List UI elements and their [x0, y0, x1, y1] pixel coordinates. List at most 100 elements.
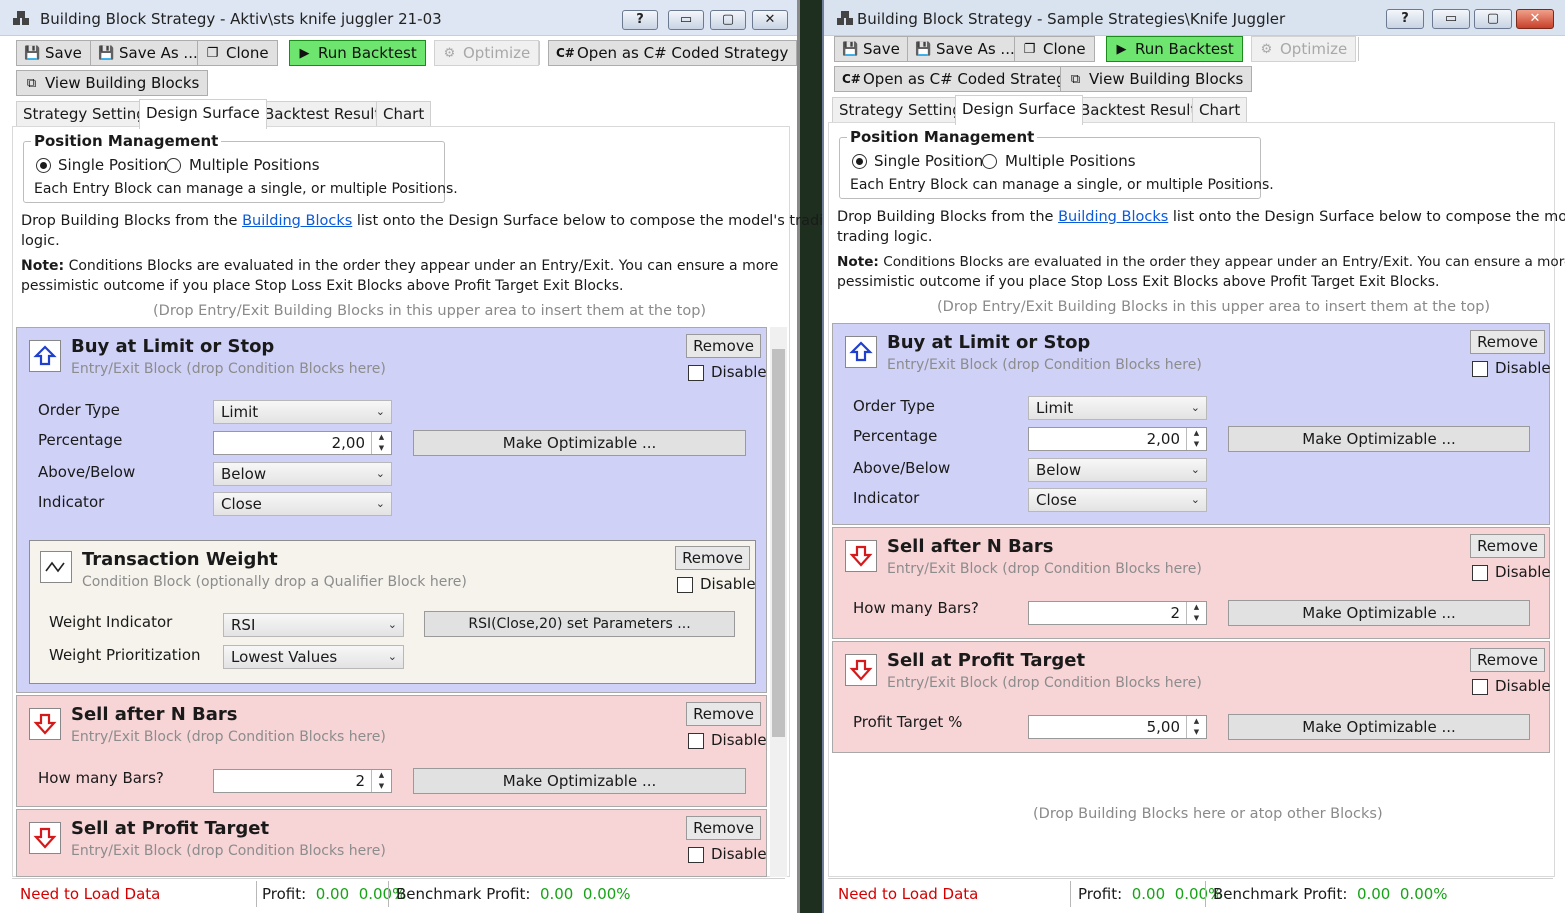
save-button[interactable]: 💾 Save [834, 36, 909, 62]
make-optimizable-button[interactable]: Make Optimizable ... [1228, 426, 1530, 452]
disable-label: Disable [711, 363, 767, 381]
close-button[interactable]: ✕ [752, 10, 788, 30]
block-title: Sell after N Bars [71, 704, 238, 725]
buy-limit-stop-block[interactable]: Buy at Limit or Stop Entry/Exit Block (d… [16, 327, 767, 693]
remove-button[interactable]: Remove [686, 816, 761, 840]
rsi-parameters-button[interactable]: RSI(Close,20) set Parameters ... [424, 611, 735, 637]
wave-icon [40, 551, 72, 583]
disable-checkbox[interactable] [1472, 565, 1488, 581]
building-blocks-link[interactable]: Building Blocks [242, 213, 352, 229]
order-type-select[interactable]: Limit ⌄ [213, 400, 392, 424]
indicator-select[interactable]: Close ⌄ [1028, 488, 1207, 512]
order-type-label: Order Type [853, 397, 935, 415]
spin-up-icon[interactable]: ▲ [1187, 428, 1206, 439]
help-button[interactable]: ? [1386, 9, 1424, 29]
spin-down-icon[interactable]: ▼ [372, 781, 391, 792]
profit-target-stepper[interactable]: 5,00 ▲ ▼ [1028, 715, 1207, 739]
order-type-select[interactable]: Limit ⌄ [1028, 396, 1207, 420]
open-csharp-button[interactable]: C# Open as C# Coded Strategy [548, 40, 798, 66]
maximize-button[interactable]: ▢ [710, 10, 746, 30]
save-button[interactable]: 💾 Save [16, 40, 91, 66]
weight-prioritization-select[interactable]: Lowest Values ⌄ [223, 645, 404, 669]
block-subtitle: Entry/Exit Block (drop Condition Blocks … [71, 843, 386, 859]
tab-backtest-results[interactable]: Backtest Results [257, 101, 396, 127]
disable-checkbox[interactable] [1472, 679, 1488, 695]
percentage-stepper[interactable]: 2,00 ▲ ▼ [1028, 427, 1207, 451]
tab-chart[interactable]: Chart [1192, 97, 1248, 123]
scrollbar-thumb[interactable] [772, 349, 785, 737]
make-optimizable-button[interactable]: Make Optimizable ... [413, 430, 746, 456]
arrow-down-icon [845, 540, 877, 572]
clone-icon: ❐ [206, 46, 219, 61]
sell-at-profit-target-block[interactable]: Sell at Profit Target Entry/Exit Block (… [832, 641, 1551, 753]
building-blocks-link[interactable]: Building Blocks [1058, 209, 1168, 225]
drop-intro-line1: Drop Building Blocks from the Building B… [21, 213, 842, 229]
make-optimizable-button[interactable]: Make Optimizable ... [1228, 600, 1530, 626]
remove-button[interactable]: Remove [1470, 330, 1545, 354]
remove-button[interactable]: Remove [686, 334, 761, 358]
percentage-stepper[interactable]: 2,00 ▲ ▼ [213, 431, 392, 455]
disable-checkbox[interactable] [688, 847, 704, 863]
save-as-button[interactable]: 💾 Save As ... [907, 36, 1024, 62]
multiple-positions-radio[interactable] [166, 158, 181, 173]
weight-indicator-select[interactable]: RSI ⌄ [223, 613, 404, 637]
minimize-button[interactable]: ▭ [1432, 9, 1470, 29]
spin-up-icon[interactable]: ▲ [1187, 716, 1206, 727]
make-optimizable-button[interactable]: Make Optimizable ... [1228, 714, 1530, 740]
disable-checkbox[interactable] [688, 733, 704, 749]
buy-limit-stop-block[interactable]: Buy at Limit or Stop Entry/Exit Block (d… [832, 323, 1551, 525]
vertical-scrollbar[interactable] [770, 327, 787, 877]
run-backtest-button[interactable]: ▶ Run Backtest [1106, 36, 1243, 62]
clone-button[interactable]: ❐ Clone [197, 40, 278, 66]
clone-button[interactable]: ❐ Clone [1014, 36, 1095, 62]
spin-up-icon[interactable]: ▲ [372, 432, 391, 443]
disable-checkbox[interactable] [688, 365, 704, 381]
view-building-blocks-button[interactable]: ⧉ View Building Blocks [16, 70, 209, 96]
spin-down-icon[interactable]: ▼ [1187, 727, 1206, 738]
above-below-label: Above/Below [853, 459, 951, 477]
minimize-button[interactable]: ▭ [668, 10, 704, 30]
view-building-blocks-button[interactable]: ⧉ View Building Blocks [1060, 66, 1253, 92]
remove-button[interactable]: Remove [1470, 534, 1545, 558]
spin-up-icon[interactable]: ▲ [372, 770, 391, 781]
single-position-radio[interactable] [36, 158, 51, 173]
maximize-button[interactable]: ▢ [1474, 9, 1512, 29]
save-as-button[interactable]: 💾 Save As ... [90, 40, 207, 66]
multiple-positions-radio[interactable] [982, 154, 997, 169]
spin-down-icon[interactable]: ▼ [1187, 613, 1206, 624]
single-position-radio[interactable] [852, 154, 867, 169]
tab-design-surface[interactable]: Design Surface [955, 95, 1083, 125]
sell-at-profit-target-block[interactable]: Sell at Profit Target Entry/Exit Block (… [16, 809, 767, 877]
drop-bottom-hint: (Drop Building Blocks here or atop other… [1033, 806, 1383, 822]
tab-backtest-results[interactable]: Backtest Results [1073, 97, 1212, 123]
bars-stepper[interactable]: 2 ▲ ▼ [213, 769, 392, 793]
remove-button[interactable]: Remove [675, 546, 750, 570]
make-optimizable-button[interactable]: Make Optimizable ... [413, 768, 746, 794]
save-icon: 💾 [98, 46, 115, 61]
spin-down-icon[interactable]: ▼ [1187, 439, 1206, 450]
remove-button[interactable]: Remove [1470, 648, 1545, 672]
optimize-button[interactable]: ⚙ Optimize [1251, 36, 1357, 62]
transaction-weight-block[interactable]: Transaction Weight Condition Block (opti… [29, 540, 756, 684]
above-below-select[interactable]: Below ⌄ [1028, 458, 1207, 482]
optimize-button[interactable]: ⚙ Optimize [434, 40, 540, 66]
spin-down-icon[interactable]: ▼ [372, 443, 391, 454]
remove-button[interactable]: Remove [686, 702, 761, 726]
help-button[interactable]: ? [622, 10, 658, 30]
above-below-select[interactable]: Below ⌄ [213, 462, 392, 486]
title-bar[interactable]: Building Block Strategy - Sample Strateg… [824, 0, 1565, 36]
tab-chart[interactable]: Chart [376, 101, 432, 127]
disable-checkbox[interactable] [1472, 361, 1488, 377]
sell-after-n-bars-block[interactable]: Sell after N Bars Entry/Exit Block (drop… [832, 527, 1551, 639]
tab-design-surface[interactable]: Design Surface [139, 99, 267, 129]
sell-after-n-bars-block[interactable]: Sell after N Bars Entry/Exit Block (drop… [16, 695, 767, 807]
open-csharp-button[interactable]: C# Open as C# Coded Strategy [834, 66, 1084, 92]
run-backtest-button[interactable]: ▶ Run Backtest [289, 40, 426, 66]
close-button[interactable]: ✕ [1516, 9, 1554, 29]
bars-stepper[interactable]: 2 ▲ ▼ [1028, 601, 1207, 625]
indicator-select[interactable]: Close ⌄ [213, 492, 392, 516]
save-icon: 💾 [24, 46, 41, 61]
spin-up-icon[interactable]: ▲ [1187, 602, 1206, 613]
title-bar[interactable]: Building Block Strategy - Aktiv\sts knif… [0, 0, 797, 36]
disable-checkbox[interactable] [677, 577, 693, 593]
